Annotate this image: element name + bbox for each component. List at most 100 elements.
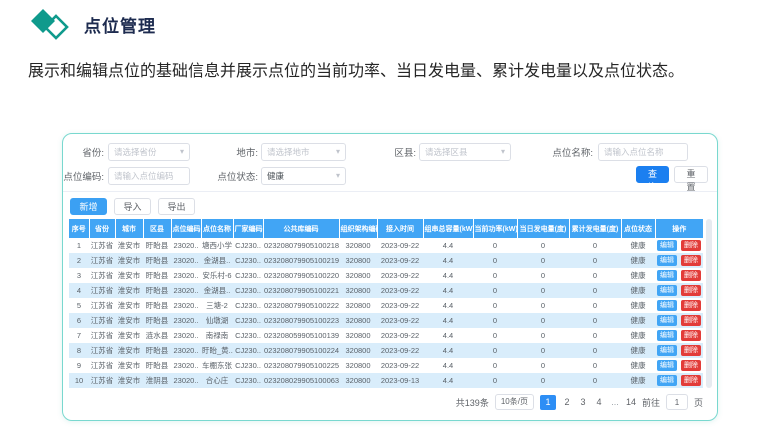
delete-button[interactable]: 删除 [681, 255, 701, 266]
page-number[interactable]: 3 [578, 397, 588, 407]
filter-district: 区县: [375, 143, 416, 161]
province-placeholder: 请选择省份 [114, 146, 157, 158]
delete-button[interactable]: 删除 [681, 240, 701, 251]
table-cell: 023208079905100218 [263, 238, 339, 253]
table-cell: CJ230.. [233, 328, 263, 343]
table-cell: 320800 [339, 328, 377, 343]
page-size-select[interactable]: 10条/页 [495, 394, 534, 410]
edit-button[interactable]: 编辑 [657, 345, 677, 356]
chevron-down-icon: ▾ [336, 148, 340, 156]
table-cell: 淮安市 [115, 253, 143, 268]
edit-button[interactable]: 编辑 [657, 315, 677, 326]
goto-page-input[interactable] [666, 394, 688, 410]
add-button[interactable]: 新增 [70, 198, 107, 215]
table-cell: 健康 [621, 283, 655, 298]
delete-button[interactable]: 删除 [681, 330, 701, 341]
table-cell: 0 [517, 343, 569, 358]
table-cell: 023208079905100224 [263, 343, 339, 358]
row-actions: 编辑删除 [655, 328, 703, 343]
delete-button[interactable]: 删除 [681, 300, 701, 311]
edit-button[interactable]: 编辑 [657, 255, 677, 266]
table-cell: 0 [473, 253, 517, 268]
table-cell: 淮安市 [115, 358, 143, 373]
column-header: 序号 [69, 219, 89, 238]
table-cell: 0 [473, 358, 517, 373]
province-select[interactable]: 请选择省份 ▾ [108, 143, 190, 161]
filter-point-code: 点位编码: [63, 167, 104, 185]
delete-button[interactable]: 删除 [681, 360, 701, 371]
table-header-row: 序号省份城市区县点位编码点位名称厂家编码公共库编码组织架构编码接入时间组串总容量… [69, 219, 703, 238]
edit-button[interactable]: 编辑 [657, 360, 677, 371]
edit-button[interactable]: 编辑 [657, 270, 677, 281]
table-cell: 安乐村-6 [201, 268, 233, 283]
delete-button[interactable]: 删除 [681, 345, 701, 356]
district-select[interactable]: 请选择区县 ▾ [419, 143, 511, 161]
table-cell: 0 [569, 238, 621, 253]
table-cell: 4.4 [423, 373, 473, 388]
table-cell: 三塘-2 [201, 298, 233, 313]
page-number[interactable]: 14 [626, 397, 636, 407]
table-cell: 23020.. [171, 238, 201, 253]
table-cell: 2023-09-22 [377, 328, 423, 343]
table-cell: 3 [69, 268, 89, 283]
table-cell: 江苏省 [89, 298, 115, 313]
page-number[interactable]: 1 [540, 395, 556, 410]
table-row: 7江苏省淮安市涟水县23020..南禄南CJ230..0232080599051… [69, 328, 703, 343]
city-select[interactable]: 请选择地市 ▾ [261, 143, 346, 161]
table-cell: 0 [473, 268, 517, 283]
delete-button[interactable]: 删除 [681, 375, 701, 386]
table-cell: 2023-09-22 [377, 283, 423, 298]
table-cell: 0 [517, 253, 569, 268]
page-number[interactable]: 4 [594, 397, 604, 407]
edit-button[interactable]: 编辑 [657, 285, 677, 296]
table-cell: 0 [473, 283, 517, 298]
table-cell: 023208079905100220 [263, 268, 339, 283]
table-cell: 320800 [339, 298, 377, 313]
column-header: 区县 [143, 219, 171, 238]
table-cell: 320800 [339, 358, 377, 373]
import-button[interactable]: 导入 [114, 198, 151, 215]
point-code-input[interactable] [108, 167, 190, 185]
table-cell: 0 [473, 313, 517, 328]
column-header: 省份 [89, 219, 115, 238]
table-cell: 23020.. [171, 298, 201, 313]
table-cell: 盱眙县 [143, 238, 171, 253]
table-cell: 淮安市 [115, 328, 143, 343]
table-cell: 2023-09-13 [377, 373, 423, 388]
table-cell: CJ230.. [233, 298, 263, 313]
row-actions: 编辑删除 [655, 253, 703, 268]
page-suffix-label: 页 [694, 396, 703, 409]
edit-button[interactable]: 编辑 [657, 240, 677, 251]
export-button[interactable]: 导出 [158, 198, 195, 215]
table-cell: 2023-09-22 [377, 358, 423, 373]
table-cell: 塘西小学 [201, 238, 233, 253]
table-cell: 南禄南 [201, 328, 233, 343]
table-scrollbar[interactable] [706, 219, 712, 388]
edit-button[interactable]: 编辑 [657, 330, 677, 341]
edit-button[interactable]: 编辑 [657, 375, 677, 386]
point-name-input[interactable] [598, 143, 688, 161]
table-cell: 23020.. [171, 358, 201, 373]
table-cell: 0 [569, 298, 621, 313]
table-cell: 23020.. [171, 283, 201, 298]
table-cell: CJ230.. [233, 253, 263, 268]
edit-button[interactable]: 编辑 [657, 300, 677, 311]
table-cell: 23020.. [171, 328, 201, 343]
table-cell: 023208079905100219 [263, 253, 339, 268]
table-cell: CJ230.. [233, 283, 263, 298]
page-number[interactable]: 2 [562, 397, 572, 407]
delete-button[interactable]: 删除 [681, 285, 701, 296]
table-cell: 健康 [621, 313, 655, 328]
search-button[interactable]: 查询 [636, 166, 669, 183]
reset-button[interactable]: 重置 [674, 166, 708, 183]
table-cell: 盱眙县 [143, 283, 171, 298]
delete-button[interactable]: 删除 [681, 315, 701, 326]
table-cell: 健康 [621, 343, 655, 358]
point-status-select[interactable]: 健康 ▾ [261, 167, 346, 185]
table-cell: 023208079905100221 [263, 283, 339, 298]
table-cell: 江苏省 [89, 328, 115, 343]
table-cell: 江苏省 [89, 343, 115, 358]
points-table: 序号省份城市区县点位编码点位名称厂家编码公共库编码组织架构编码接入时间组串总容量… [69, 219, 703, 388]
table-cell: 2023-09-22 [377, 238, 423, 253]
delete-button[interactable]: 删除 [681, 270, 701, 281]
